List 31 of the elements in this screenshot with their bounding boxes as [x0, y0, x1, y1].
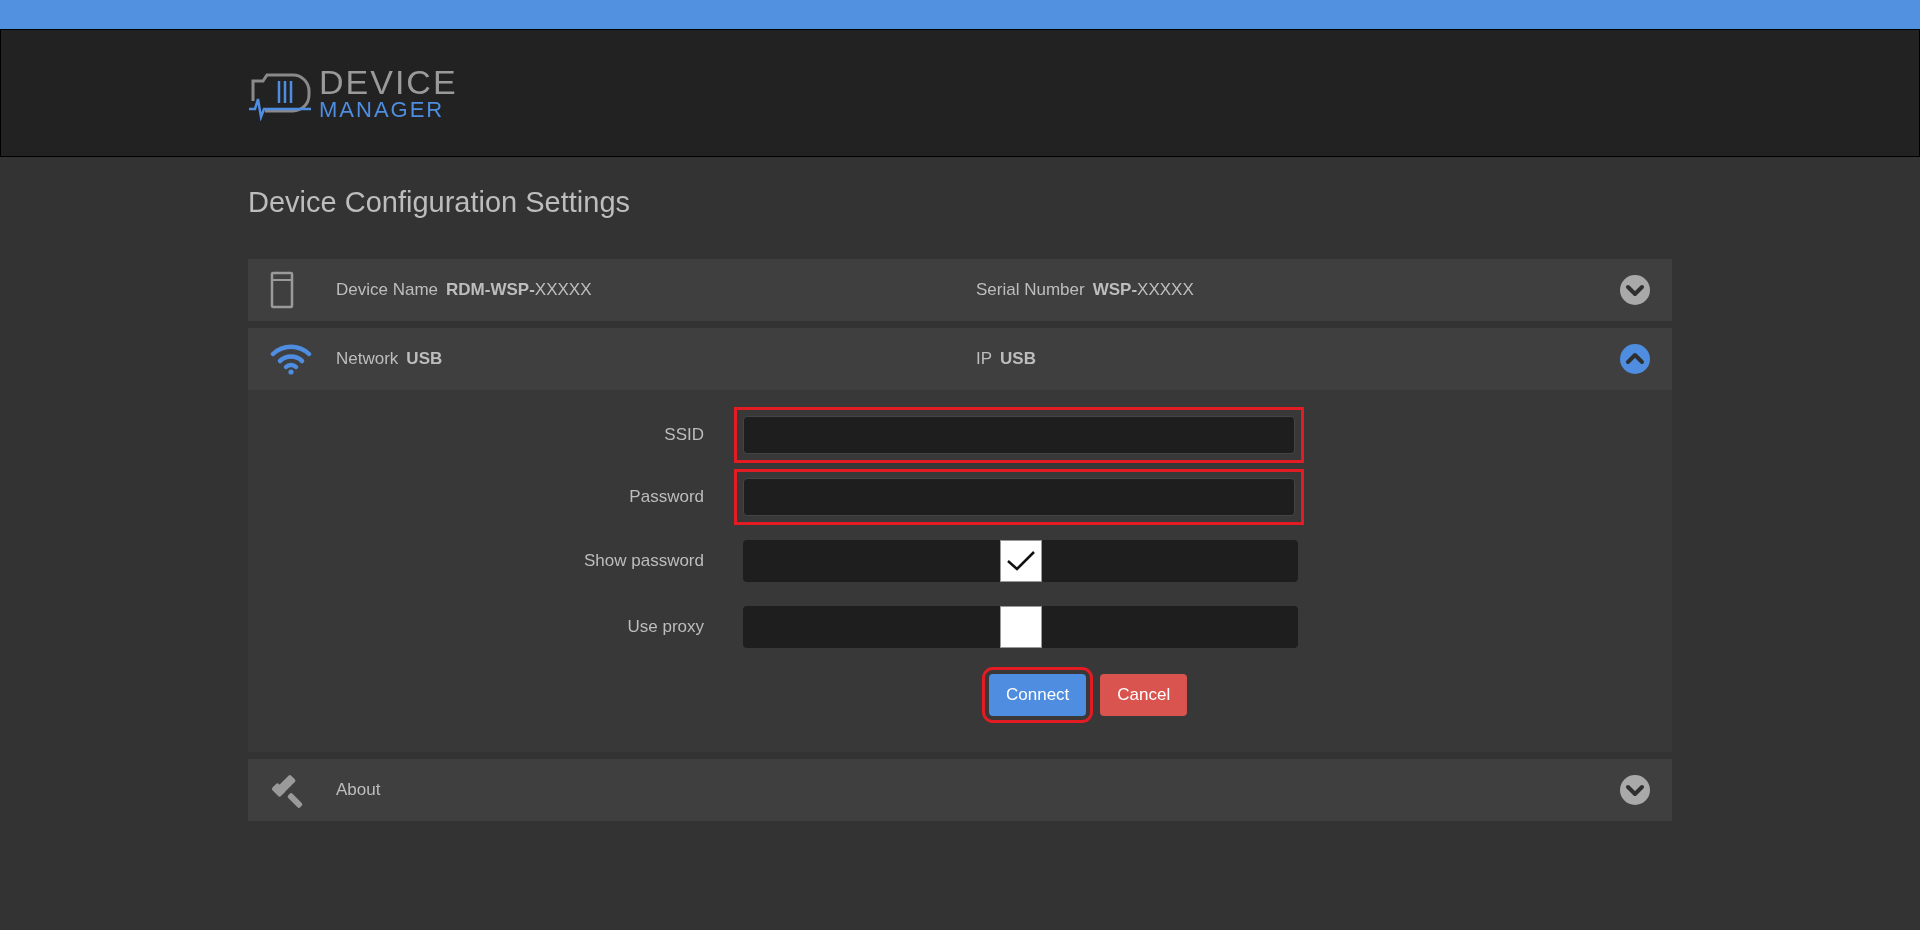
form-label: Password [628, 485, 704, 508]
field-label: Serial Number [976, 278, 1085, 301]
input-field[interactable] [734, 406, 1304, 463]
field-value: USB [1000, 347, 1036, 370]
wifi-icon [270, 342, 312, 375]
section-header[interactable]: Device Name RDM-WSP-XXXXX Serial Number WSP-XXXXX [248, 258, 1672, 321]
checkbox[interactable] [999, 605, 1042, 648]
field-label: IP [976, 347, 993, 370]
section-header[interactable]: Network USB IP USB [248, 327, 1672, 390]
form-label: SSID [663, 423, 704, 446]
field-value: USB [406, 347, 443, 370]
section-header[interactable]: About [248, 758, 1672, 821]
field-value: WSP-XXXXX [1092, 278, 1194, 301]
collapse-icon[interactable] [1620, 343, 1650, 374]
device-icon [270, 270, 294, 309]
checkmark-icon [1005, 549, 1036, 572]
field-value: RDM-WSP-XXXXX [446, 278, 592, 301]
field-label: Device Name [336, 278, 439, 301]
cancel-button[interactable]: Cancel [1100, 673, 1188, 716]
form-label: Use proxy [626, 615, 704, 638]
input-field[interactable] [734, 468, 1304, 525]
expand-icon[interactable] [1620, 774, 1650, 805]
expand-icon[interactable] [1620, 274, 1650, 305]
page-title: Device Configuration Settings [248, 185, 632, 220]
form-label: Show password [583, 549, 704, 572]
logo-subtext: MANAGER [319, 99, 446, 121]
logo-text: DEVICE [319, 65, 458, 99]
logo[interactable]: DEVICE MANAGER [249, 65, 458, 121]
checkbox[interactable] [999, 539, 1042, 582]
field-label: Network [336, 347, 399, 370]
field-label: About [336, 778, 381, 801]
